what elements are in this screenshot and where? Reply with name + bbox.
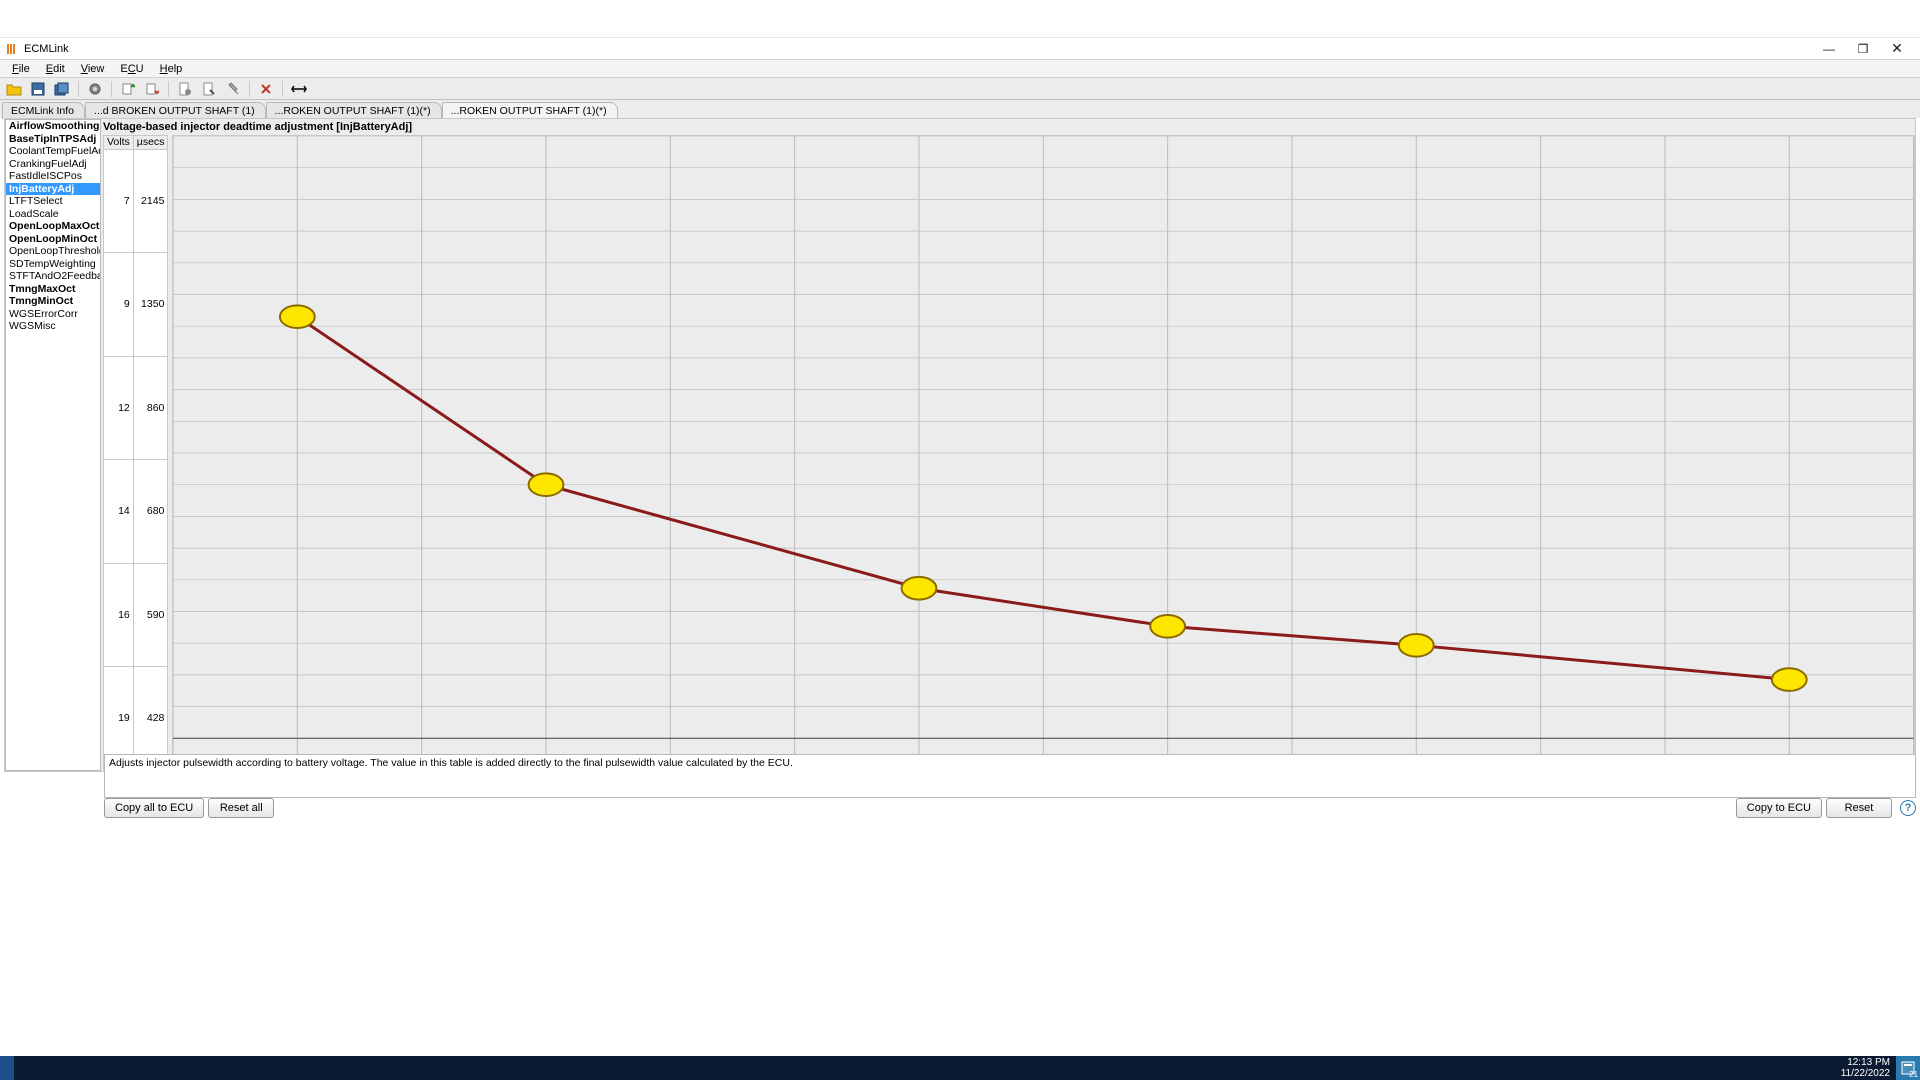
doc-gear-icon[interactable] <box>175 80 195 98</box>
content-panel: Voltage-based injector deadtime adjustme… <box>101 119 1915 771</box>
param-item-coolanttempfueladj[interactable]: CoolantTempFuelAdj <box>6 145 100 158</box>
table-header[interactable]: µsecs <box>133 136 168 150</box>
cancel-x-icon[interactable] <box>256 80 276 98</box>
table-row[interactable]: 72145 <box>104 149 168 253</box>
taskbar-tray-icon[interactable]: 21 <box>1896 1056 1920 1080</box>
taskbar: 12:13 PM 11/22/2022 21 <box>0 1056 1920 1080</box>
doc-dn-icon[interactable] <box>142 80 162 98</box>
help-icon[interactable]: ? <box>1900 800 1916 816</box>
param-item-openloopminoct[interactable]: OpenLoopMinOct <box>6 233 100 246</box>
table-cell[interactable]: 9 <box>104 253 134 357</box>
doc-up-icon[interactable] <box>118 80 138 98</box>
taskbar-start-segment[interactable] <box>0 1056 14 1080</box>
hresize-icon[interactable] <box>289 80 309 98</box>
param-item-openloopmaxoct[interactable]: OpenLoopMaxOct <box>6 220 100 233</box>
content-title: Voltage-based injector deadtime adjustme… <box>103 119 1915 135</box>
param-item-tmngminoct[interactable]: TmngMinOct <box>6 295 100 308</box>
tab-strip: ECMLink Info...d BROKEN OUTPUT SHAFT (1)… <box>0 100 1920 118</box>
copy-to-ecu-button[interactable]: Copy to ECU <box>1736 798 1822 818</box>
param-item-openloopthresholds[interactable]: OpenLoopThresholds <box>6 245 100 258</box>
param-item-basetipintpsadj[interactable]: BaseTipInTPSAdj <box>6 133 100 146</box>
param-item-wgserrorcorr[interactable]: WGSErrorCorr <box>6 308 100 321</box>
chart-point[interactable] <box>529 473 564 496</box>
description-box: Adjusts injector pulsewidth according to… <box>104 754 1916 798</box>
tab-3[interactable]: ...ROKEN OUTPUT SHAFT (1)(*) <box>442 102 618 119</box>
menu-help[interactable]: Help <box>152 61 191 77</box>
table-row[interactable]: 12860 <box>104 356 168 460</box>
param-item-stftando2feedback[interactable]: STFTAndO2Feedback <box>6 270 100 283</box>
chart-point[interactable] <box>1772 668 1807 691</box>
wrench-icon[interactable] <box>223 80 243 98</box>
table-cell[interactable]: 14 <box>104 460 134 564</box>
table-row[interactable]: 91350 <box>104 253 168 357</box>
menu-ecu[interactable]: ECU <box>112 61 151 77</box>
reset-button[interactable]: Reset <box>1826 798 1892 818</box>
gear-icon[interactable] <box>85 80 105 98</box>
tab-1[interactable]: ...d BROKEN OUTPUT SHAFT (1) <box>85 102 266 119</box>
main-panel: AirflowSmoothingBaseTipInTPSAdjCoolantTe… <box>4 118 1916 772</box>
param-item-injbatteryadj[interactable]: InjBatteryAdj <box>6 183 100 196</box>
param-item-ltftselect[interactable]: LTFTSelect <box>6 195 100 208</box>
save-multi-icon[interactable] <box>52 80 72 98</box>
param-item-crankingfueladj[interactable]: CrankingFuelAdj <box>6 158 100 171</box>
chart-area[interactable] <box>172 135 1915 771</box>
menu-bar: File Edit View ECU Help <box>0 60 1920 78</box>
close-button[interactable]: ✕ <box>1880 39 1914 59</box>
save-icon[interactable] <box>28 80 48 98</box>
table-cell[interactable]: 860 <box>133 356 168 460</box>
table-cell[interactable]: 2145 <box>133 149 168 253</box>
tab-2[interactable]: ...ROKEN OUTPUT SHAFT (1)(*) <box>266 102 442 119</box>
table-cell[interactable]: 680 <box>133 460 168 564</box>
clock-date: 11/22/2022 <box>1841 1068 1890 1079</box>
table-row[interactable]: 14680 <box>104 460 168 564</box>
open-folder-icon[interactable] <box>4 80 24 98</box>
data-table[interactable]: Voltsµsecs721459135012860146801659019428 <box>103 135 168 771</box>
bottom-gap <box>0 820 1920 1056</box>
param-item-loadscale[interactable]: LoadScale <box>6 208 100 221</box>
param-item-wgsmisc[interactable]: WGSMisc <box>6 320 100 333</box>
tab-0[interactable]: ECMLink Info <box>2 102 85 119</box>
browser-top-gap <box>0 0 1920 38</box>
window-title: ECMLink <box>24 43 69 55</box>
chart-point[interactable] <box>902 577 937 600</box>
menu-edit[interactable]: Edit <box>38 61 73 77</box>
maximize-button[interactable]: ❐ <box>1846 39 1880 59</box>
minimize-button[interactable]: — <box>1812 39 1846 59</box>
toolbar <box>0 78 1920 100</box>
clock-time: 12:13 PM <box>1841 1057 1890 1068</box>
taskbar-clock[interactable]: 12:13 PM 11/22/2022 <box>1835 1056 1896 1080</box>
doc-wrench-icon[interactable] <box>199 80 219 98</box>
menu-file[interactable]: File <box>4 61 38 77</box>
param-item-sdtempweighting[interactable]: SDTempWeighting <box>6 258 100 271</box>
param-item-fastidleiscpos[interactable]: FastIdleISCPos <box>6 170 100 183</box>
table-cell[interactable]: 16 <box>104 563 134 667</box>
copy-all-to-ecu-button[interactable]: Copy all to ECU <box>104 798 204 818</box>
chart-point[interactable] <box>280 305 315 328</box>
table-row[interactable]: 16590 <box>104 563 168 667</box>
table-header[interactable]: Volts <box>104 136 134 150</box>
param-item-airflowsmoothing[interactable]: AirflowSmoothing <box>6 120 100 133</box>
button-bar: Copy all to ECU Reset all Copy to ECU Re… <box>104 798 1916 818</box>
param-item-tmngmaxoct[interactable]: TmngMaxOct <box>6 283 100 296</box>
app-icon <box>6 42 20 56</box>
window-titlebar: ECMLink — ❐ ✕ <box>0 38 1920 60</box>
chart-point[interactable] <box>1399 634 1434 657</box>
table-cell[interactable]: 7 <box>104 149 134 253</box>
table-cell[interactable]: 590 <box>133 563 168 667</box>
table-cell[interactable]: 1350 <box>133 253 168 357</box>
tray-badge: 21 <box>1909 1070 1918 1079</box>
chart-point[interactable] <box>1151 615 1186 638</box>
table-cell[interactable]: 12 <box>104 356 134 460</box>
reset-all-button[interactable]: Reset all <box>208 798 274 818</box>
menu-view[interactable]: View <box>73 61 113 77</box>
parameter-list[interactable]: AirflowSmoothingBaseTipInTPSAdjCoolantTe… <box>5 119 101 771</box>
